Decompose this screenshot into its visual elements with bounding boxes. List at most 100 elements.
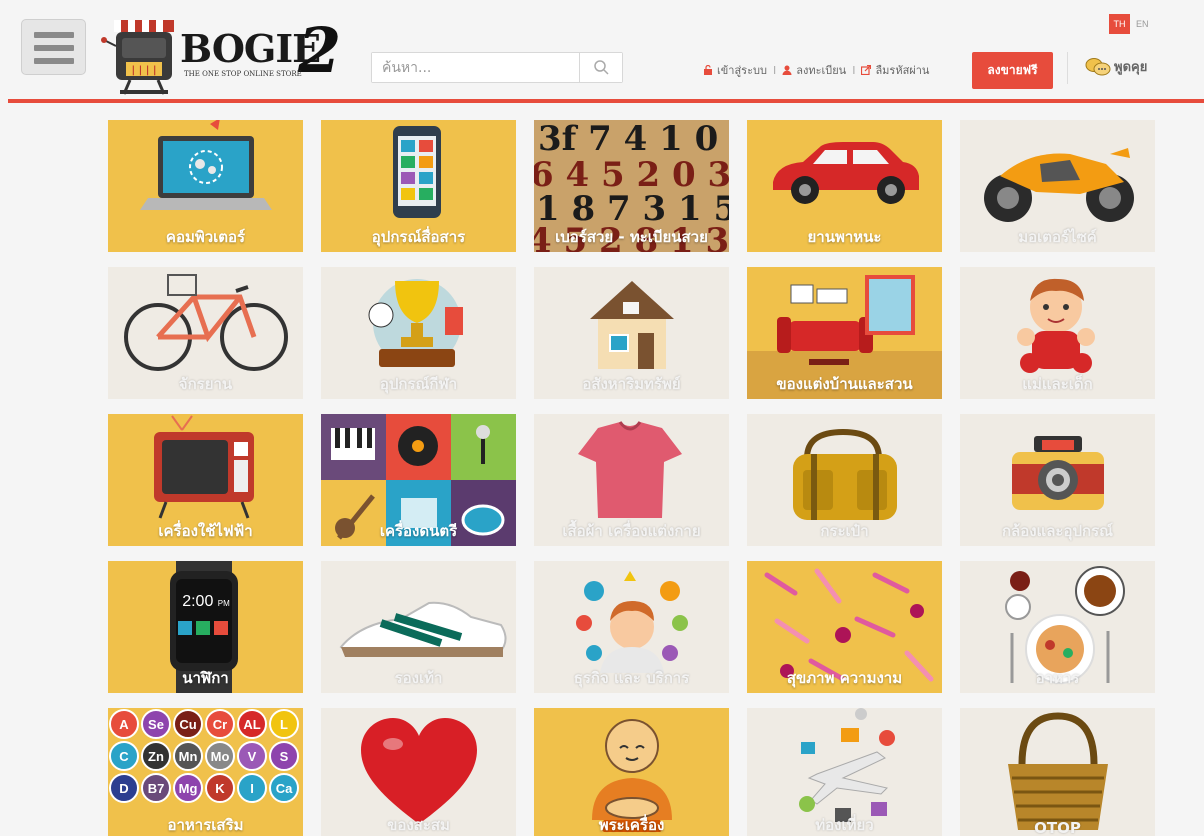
category-label: อาหารเสริม — [167, 816, 244, 834]
svg-text:A: A — [119, 717, 129, 732]
category-label: พระเครื่อง — [598, 816, 665, 834]
site-header: | | | | BOGIE 2 THE ONE STOP ONLINE STOR… — [0, 0, 1204, 104]
category-tile[interactable]: ท่องเที่ยว — [747, 708, 942, 836]
svg-text:B7: B7 — [148, 781, 165, 796]
category-tile[interactable]: OTOP — [960, 708, 1155, 836]
search-icon — [594, 60, 609, 75]
user-icon — [782, 65, 792, 75]
category-tile[interactable]: อาหาร — [960, 561, 1155, 693]
svg-text:Mg: Mg — [179, 781, 198, 796]
svg-text:I: I — [250, 781, 254, 796]
chat-button[interactable]: พูดคุย — [1085, 56, 1147, 77]
forgot-password-link[interactable]: ลืมรหัสผ่าน — [861, 61, 929, 79]
lang-th-button[interactable]: TH — [1109, 14, 1130, 34]
category-label: อสังหาริมทรัพย์ — [582, 375, 681, 393]
category-label: จักรยาน — [178, 375, 233, 393]
svg-text:3f 7 4 1 0 2 1: 3f 7 4 1 0 2 1 — [538, 120, 729, 159]
logo-tagline: THE ONE STOP ONLINE STORE — [184, 70, 302, 78]
category-label: เครื่องใช้ไฟฟ้า — [158, 522, 253, 540]
category-tile[interactable]: มอเตอร์ไซค์ — [960, 120, 1155, 252]
category-label: เครื่องดนตรี — [379, 522, 458, 540]
svg-text:Zn: Zn — [148, 749, 164, 764]
svg-text:Cu: Cu — [179, 717, 196, 732]
category-label: นาฬิกา — [182, 669, 229, 687]
svg-text:D: D — [119, 781, 128, 796]
svg-text:C: C — [119, 749, 129, 764]
svg-text:K: K — [215, 781, 225, 796]
hamburger-menu-button[interactable] — [21, 19, 86, 75]
category-tile[interactable]: อุปกรณ์กีฬา — [321, 267, 516, 399]
category-label: OTOP — [1034, 819, 1081, 836]
forgot-password-label: ลืมรหัสผ่าน — [875, 64, 930, 77]
category-tile[interactable]: A Se Cu Cr AL L C Zn Mn Mo V S D B7 Mg K I Ca อาหารเสริม — [108, 708, 303, 836]
category-tile[interactable]: พระเครื่อง — [534, 708, 729, 836]
language-switcher: TH EN — [1109, 14, 1149, 34]
tram-logo-icon: | | | | — [101, 20, 174, 95]
category-tile[interactable]: 3f 7 4 1 0 2 1 6 4 5 2 0 3 1 8 4 1 8 7 3… — [534, 120, 729, 252]
header-divider — [1067, 52, 1068, 84]
logo-number: 2 — [298, 14, 342, 87]
search-button[interactable] — [579, 53, 622, 82]
svg-text:Mo: Mo — [211, 749, 230, 764]
category-label: รองเท้า — [394, 669, 443, 687]
category-tile[interactable]: ธุรกิจ และ บริการ — [534, 561, 729, 693]
watch-time-text: 2:00 PM — [182, 593, 230, 610]
category-label: กระเป๋า — [820, 522, 869, 540]
site-logo[interactable]: | | | | BOGIE 2 THE ONE STOP ONLINE STOR… — [100, 12, 350, 96]
category-tile[interactable]: อสังหาริมทรัพย์ — [534, 267, 729, 399]
category-label: กล้องและอุปกรณ์ — [1001, 522, 1114, 540]
chat-label: พูดคุย — [1114, 60, 1148, 75]
category-label: เสื้อผ้า เครื่องแต่งกาย — [562, 522, 701, 540]
search-box — [371, 52, 623, 83]
menu-bar — [34, 45, 74, 51]
category-label: ยานพาหนะ — [807, 228, 882, 246]
svg-text:Ca: Ca — [276, 781, 293, 796]
register-label: ลงทะเบียน — [796, 64, 847, 77]
sell-free-button[interactable]: ลงขายฟรี — [972, 52, 1053, 89]
category-tile[interactable]: เสื้อผ้า เครื่องแต่งกาย — [534, 414, 729, 546]
category-tile[interactable]: จักรยาน — [108, 267, 303, 399]
lang-en-button[interactable]: EN — [1136, 14, 1149, 34]
login-label: เข้าสู่ระบบ — [717, 64, 767, 77]
menu-bar — [34, 32, 74, 38]
category-tile[interactable]: ของแต่งบ้านและสวน — [747, 267, 942, 399]
category-label: เบอร์สวย - ทะเบียนสวย — [555, 228, 708, 246]
separator: I — [772, 63, 777, 77]
svg-text:L: L — [280, 717, 288, 732]
register-link[interactable]: ลงทะเบียน — [782, 61, 846, 79]
header-accent-line — [8, 99, 1204, 103]
category-tile[interactable]: 2:00 PM นาฬิกา — [108, 561, 303, 693]
category-tile[interactable]: กล้องและอุปกรณ์ — [960, 414, 1155, 546]
auth-links: เข้าสู่ระบบ I ลงทะเบียน I ลืมรหัสผ่าน — [703, 61, 929, 79]
menu-bar — [34, 58, 74, 64]
category-label: อุปกรณ์กีฬา — [379, 375, 458, 393]
login-link[interactable]: เข้าสู่ระบบ — [703, 61, 767, 79]
category-label: สุขภาพ ความงาม — [786, 669, 903, 687]
svg-text:S: S — [280, 749, 289, 764]
category-tile[interactable]: ยานพาหนะ — [747, 120, 942, 252]
basket-icon — [1008, 712, 1108, 830]
lock-icon — [704, 65, 712, 75]
category-tile[interactable]: ของสะสม — [321, 708, 516, 836]
category-tile[interactable]: กระเป๋า — [747, 414, 942, 546]
svg-text:Cr: Cr — [213, 717, 227, 732]
category-label: ท่องเที่ยว — [815, 816, 874, 834]
category-label: อุปกรณ์สื่อสาร — [371, 228, 466, 246]
svg-text:V: V — [248, 749, 257, 764]
category-label: แม่และเด็ก — [1022, 375, 1093, 393]
category-tile[interactable]: รองเท้า — [321, 561, 516, 693]
category-label: ของแต่งบ้านและสวน — [776, 375, 913, 393]
chat-bubbles-icon — [1085, 57, 1111, 75]
svg-text:| | | |: | | | | — [131, 65, 156, 76]
category-label: คอมพิวเตอร์ — [165, 228, 246, 246]
category-tile[interactable]: สุขภาพ ความงาม — [747, 561, 942, 693]
search-input[interactable] — [372, 53, 579, 82]
external-link-icon — [861, 65, 872, 75]
category-tile[interactable]: คอมพิวเตอร์ — [108, 120, 303, 252]
category-tile[interactable]: เครื่องใช้ไฟฟ้า — [108, 414, 303, 546]
svg-text:Mn: Mn — [179, 749, 198, 764]
category-tile[interactable]: เครื่องดนตรี — [321, 414, 516, 546]
category-tile[interactable]: แม่และเด็ก — [960, 267, 1155, 399]
svg-text:AL: AL — [243, 717, 260, 732]
category-tile[interactable]: อุปกรณ์สื่อสาร — [321, 120, 516, 252]
